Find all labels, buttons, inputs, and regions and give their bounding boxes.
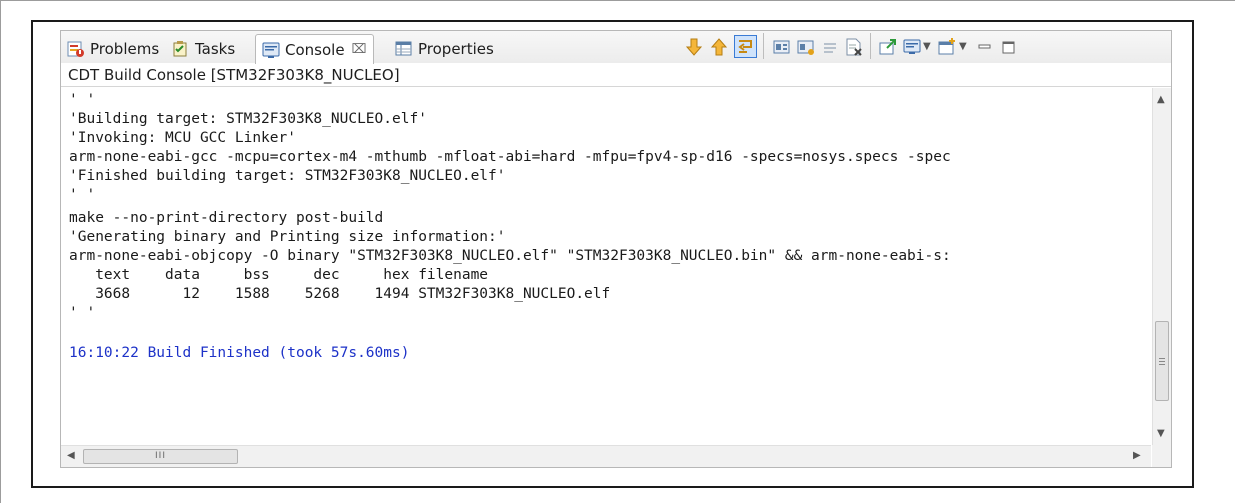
- horizontal-scrollbar[interactable]: ◀ III ▶: [61, 445, 1151, 467]
- scroll-right-icon[interactable]: ▶: [1133, 450, 1141, 461]
- scroll-lock-down-icon[interactable]: [684, 37, 704, 57]
- tab-problems-label: Problems: [90, 39, 160, 58]
- scroll-up-icon[interactable]: ▲: [1157, 94, 1165, 105]
- console-line: 'Generating binary and Printing size inf…: [69, 229, 506, 245]
- console-line: ' ': [69, 305, 96, 321]
- console-title: CDT Build Console [STM32F303K8_NUCLEO]: [61, 63, 1171, 87]
- document-left-rule: [0, 0, 1, 503]
- open-console-icon[interactable]: [878, 37, 898, 57]
- tab-tasks[interactable]: Tasks: [172, 35, 235, 62]
- console-line: text data bss dec hex filename: [69, 267, 489, 283]
- console-line: ' ': [69, 187, 96, 203]
- build-finished-line: 16:10:22 Build Finished (took 57s.60ms): [69, 345, 410, 361]
- horizontal-scroll-thumb[interactable]: III: [83, 449, 238, 464]
- vertical-scrollbar[interactable]: ▲ ▼: [1152, 88, 1171, 445]
- properties-icon: [395, 40, 413, 58]
- clear-console-icon[interactable]: [844, 37, 864, 57]
- tab-tasks-label: Tasks: [195, 39, 236, 58]
- scroll-down-icon[interactable]: ▼: [1157, 428, 1165, 439]
- vertical-scroll-thumb[interactable]: [1155, 321, 1169, 401]
- problems-icon: [67, 40, 85, 58]
- console-line: arm-none-eabi-gcc -mcpu=cortex-m4 -mthum…: [69, 149, 951, 165]
- display-console-icon[interactable]: [902, 37, 922, 57]
- console-line: 'Finished building target: STM32F303K8_N…: [69, 168, 506, 184]
- tab-properties[interactable]: Properties: [395, 35, 494, 62]
- console-line: 3668 12 1588 5268 1494 STM32F303K8_NUCLE…: [69, 286, 611, 302]
- scroll-left-icon[interactable]: ◀: [67, 450, 75, 461]
- copy-icon[interactable]: [821, 37, 841, 57]
- console-line: 'Invoking: MCU GCC Linker': [69, 130, 296, 146]
- tab-properties-label: Properties: [418, 39, 494, 58]
- pin-console-icon[interactable]: [772, 37, 792, 57]
- view-tab-bar: Problems Tasks Console ⌧ Properties ▼ ▼: [61, 31, 1171, 64]
- new-console-icon[interactable]: [937, 37, 957, 57]
- toolbar-separator: [763, 33, 764, 59]
- console-line: make --no-print-directory post-build: [69, 210, 384, 226]
- show-console-icon[interactable]: [796, 37, 816, 57]
- console-line: 'Building target: STM32F303K8_NUCLEO.elf…: [69, 111, 427, 127]
- tasks-icon: [172, 40, 190, 58]
- tab-console[interactable]: Console ⌧: [255, 34, 374, 64]
- console-icon: [262, 41, 280, 59]
- console-line: arm-none-eabi-objcopy -O binary "STM32F3…: [69, 248, 951, 264]
- close-icon[interactable]: ⌧: [352, 42, 367, 57]
- tab-problems[interactable]: Problems: [67, 35, 159, 62]
- word-wrap-icon[interactable]: [734, 35, 757, 58]
- document-top-rule: [0, 0, 1235, 1]
- console-output[interactable]: ' ' 'Building target: STM32F303K8_NUCLEO…: [61, 88, 1151, 445]
- toolbar-separator: [870, 33, 871, 59]
- console-line: ' ': [69, 92, 96, 108]
- maximize-icon[interactable]: [999, 37, 1019, 57]
- scroll-corner: [1152, 445, 1171, 467]
- minimize-icon[interactable]: [975, 37, 995, 57]
- console-view: Problems Tasks Console ⌧ Properties ▼ ▼ …: [60, 30, 1172, 468]
- tab-console-label: Console: [285, 40, 345, 59]
- scroll-lock-up-icon[interactable]: [709, 37, 729, 57]
